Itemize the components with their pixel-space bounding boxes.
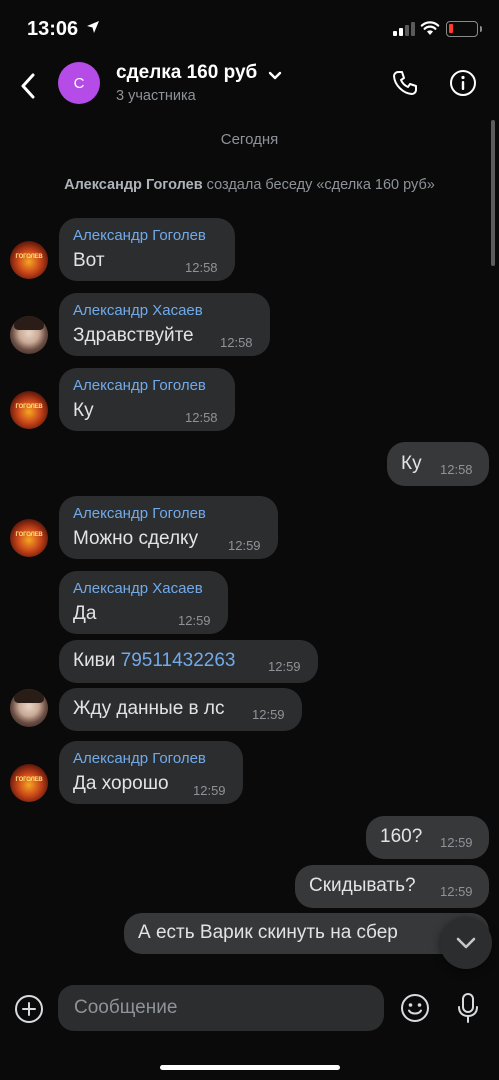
message-bubble[interactable]: Александр Гоголев Ку 12:58	[59, 368, 235, 431]
phone-link[interactable]: 79511432263	[121, 650, 236, 671]
message-bubble-outgoing[interactable]: А есть Варик скинуть на сбер	[124, 913, 489, 954]
chat-avatar[interactable]: С	[58, 62, 100, 104]
message-bubble-outgoing[interactable]: 160? 12:59	[366, 816, 489, 859]
message-time: 12:58	[185, 260, 218, 275]
message-text-prefix: Киви	[73, 650, 121, 671]
avatar[interactable]: ГОГОЛЕВ	[10, 241, 48, 279]
message-bubble[interactable]: Жду данные в лс 12:59	[59, 688, 302, 731]
avatar-badge-text: ГОГОЛЕВ	[15, 404, 43, 410]
chevron-down-icon[interactable]	[268, 68, 282, 86]
message-time: 12:58	[220, 335, 253, 350]
emoji-icon[interactable]	[398, 991, 432, 1025]
system-message: Александр Гоголев создала беседу «сделка…	[0, 177, 499, 193]
message-sender[interactable]: Александр Гоголев	[73, 750, 206, 767]
add-attachment-icon[interactable]	[13, 993, 45, 1025]
message-bubble-outgoing[interactable]: Ку 12:58	[387, 442, 489, 486]
message-text: Скидывать?	[309, 875, 416, 896]
message-bubble[interactable]: Александр Гоголев Можно сделку 12:59	[59, 496, 278, 559]
chat-header: С сделка 160 руб 3 участника	[0, 58, 499, 114]
message-text: Здравствуйте	[73, 325, 194, 346]
message-text: Киви 79511432263	[73, 650, 236, 672]
back-icon[interactable]	[8, 66, 48, 106]
avatar-badge-text: ГОГОЛЕВ	[15, 777, 43, 783]
message-time: 12:58	[185, 410, 218, 425]
message-text: Да	[73, 603, 97, 624]
chat-subtitle: 3 участника	[116, 88, 196, 104]
phone-icon[interactable]	[386, 64, 424, 102]
message-time: 12:59	[440, 835, 473, 850]
message-sender[interactable]: Александр Гоголев	[73, 227, 206, 244]
message-time: 12:58	[440, 462, 473, 477]
scroll-down-button[interactable]	[440, 917, 492, 969]
message-bubble[interactable]: Александр Хасаев Здравствуйте 12:58	[59, 293, 270, 356]
message-bubble[interactable]: Киви 79511432263 12:59	[59, 640, 318, 683]
info-icon[interactable]	[444, 64, 482, 102]
message-text: Да хорошо	[73, 773, 169, 794]
message-sender[interactable]: Александр Хасаев	[73, 580, 203, 597]
message-time: 12:59	[193, 783, 226, 798]
message-sender[interactable]: Александр Хасаев	[73, 302, 203, 319]
message-text: Ку	[401, 453, 422, 474]
location-arrow-icon	[86, 20, 100, 39]
avatar-badge-text: ГОГОЛЕВ	[15, 254, 43, 260]
message-bubble[interactable]: Александр Гоголев Да хорошо 12:59	[59, 741, 243, 804]
system-message-author: Александр Гоголев	[64, 177, 203, 193]
message-time: 12:59	[178, 613, 211, 628]
message-composer: Сообщение	[0, 985, 499, 1033]
message-bubble-outgoing[interactable]: Скидывать? 12:59	[295, 865, 489, 908]
message-time: 12:59	[252, 707, 285, 722]
message-sender[interactable]: Александр Гоголев	[73, 377, 206, 394]
wifi-icon	[420, 20, 440, 41]
chevron-down-icon	[456, 937, 476, 949]
avatar[interactable]	[10, 689, 48, 727]
avatar[interactable]: ГОГОЛЕВ	[10, 764, 48, 802]
cellular-signal-icon	[393, 22, 415, 36]
message-text: 160?	[380, 826, 423, 847]
status-time: 13:06	[27, 18, 79, 40]
avatar[interactable]	[10, 316, 48, 354]
avatar[interactable]: ГОГОЛЕВ	[10, 519, 48, 557]
message-text: Ку	[73, 400, 94, 421]
message-input-placeholder: Сообщение	[74, 997, 178, 1018]
message-time: 12:59	[268, 659, 301, 674]
battery-icon	[446, 21, 482, 37]
home-indicator[interactable]	[160, 1065, 340, 1070]
message-text: Можно сделку	[73, 528, 199, 549]
chat-title[interactable]: сделка 160 руб	[116, 62, 257, 84]
message-sender[interactable]: Александр Гоголев	[73, 505, 206, 522]
status-bar: 13:06	[0, 0, 499, 58]
message-time: 12:59	[440, 884, 473, 899]
message-bubble[interactable]: Александр Гоголев Вот 12:58	[59, 218, 235, 281]
microphone-icon[interactable]	[452, 991, 484, 1025]
message-input[interactable]: Сообщение	[58, 985, 384, 1031]
avatar[interactable]: ГОГОЛЕВ	[10, 391, 48, 429]
date-separator: Сегодня	[220, 131, 279, 148]
system-message-text: создала беседу «сделка 160 руб»	[202, 177, 435, 193]
avatar-badge-text: ГОГОЛЕВ	[15, 532, 43, 538]
message-bubble[interactable]: Александр Хасаев Да 12:59	[59, 571, 228, 634]
message-text: А есть Варик скинуть на сбер	[138, 922, 398, 943]
message-time: 12:59	[228, 538, 261, 553]
message-text: Жду данные в лс	[73, 698, 225, 719]
message-text: Вот	[73, 250, 105, 271]
